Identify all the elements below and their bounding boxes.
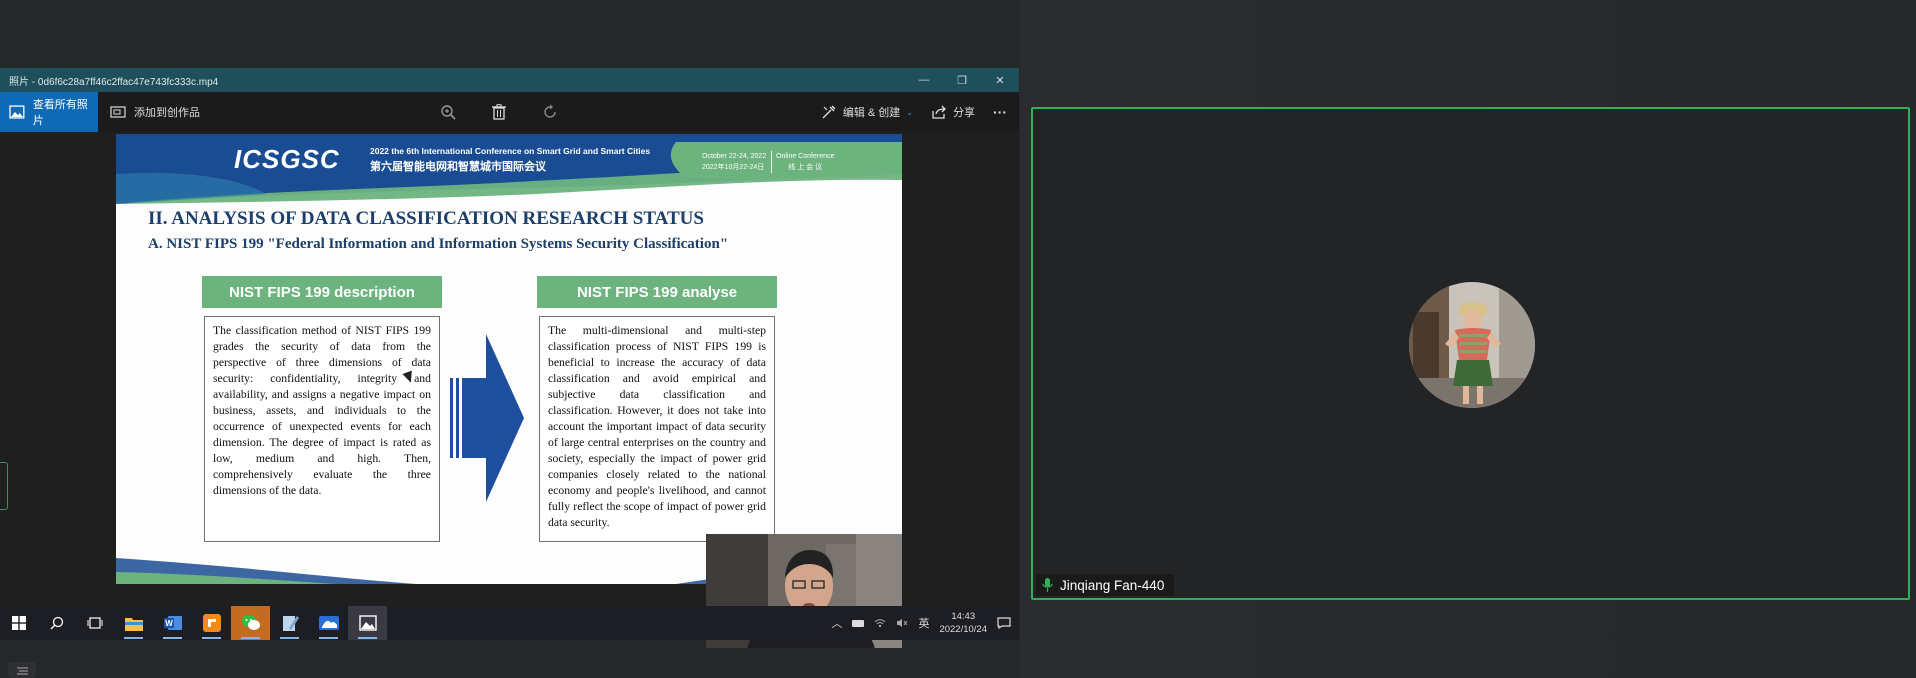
conference-logo: ICSGSC: [234, 144, 340, 174]
slide-heading: II. ANALYSIS OF DATA CLASSIFICATION RESE…: [148, 208, 704, 229]
notification-icon[interactable]: [997, 617, 1011, 629]
window-titlebar: 照片 - 0d6f6c28a7ff46c2ffac47e743fc333c.mp…: [0, 68, 1019, 92]
ime-indicator[interactable]: 英: [918, 615, 929, 631]
shared-screen: 照片 - 0d6f6c28a7ff46c2ffac47e743fc333c.mp…: [0, 0, 1020, 678]
foxit-icon: [202, 614, 221, 632]
share-button[interactable]: 分享: [931, 104, 975, 120]
avatar-image: [1409, 282, 1535, 408]
running-indicator: [163, 637, 182, 639]
chevron-down-icon: ⌄: [906, 107, 913, 117]
conference-title-cn: 第六届智能电网和智慧城市国际会议: [370, 161, 546, 173]
close-icon[interactable]: ✕: [981, 68, 1019, 92]
zoom-icon[interactable]: [440, 104, 456, 120]
photos-icon: [358, 615, 377, 631]
chevron-up-icon[interactable]: ︿: [831, 615, 842, 631]
edit-create-button[interactable]: 编辑 & 创建 ⌄: [821, 104, 913, 120]
conference-title-en: 2022 the 6th International Conference on…: [370, 146, 651, 156]
notepad-icon: [282, 616, 299, 631]
taskbar-wechat[interactable]: [231, 606, 270, 640]
clock-time: 14:43: [951, 611, 976, 622]
search-icon: [50, 616, 64, 630]
screen: 照片 - 0d6f6c28a7ff46c2ffac47e743fc333c.mp…: [0, 0, 1916, 678]
right-box-text: The multi-dimensional and multi-step cla…: [539, 316, 775, 542]
participant-name: Jinqiang Fan-440: [1060, 577, 1165, 593]
system-tray: ︿ 英 14:43 2022/10/24: [831, 606, 1019, 640]
photos-toolbar: 查看所有照片 添加到创作品 编辑 & 创建 ⌄ 分享 ···: [0, 92, 1019, 132]
view-all-photos-button[interactable]: 查看所有照片: [0, 92, 98, 132]
wifi-icon[interactable]: [874, 618, 886, 628]
microphone-icon[interactable]: [1042, 577, 1053, 593]
view-all-label: 查看所有照片: [32, 99, 88, 127]
slide-subheading: A. NIST FIPS 199 "Federal Information an…: [148, 236, 729, 252]
photos-window: 照片 - 0d6f6c28a7ff46c2ffac47e743fc333c.mp…: [0, 68, 1019, 648]
clock[interactable]: 14:43 2022/10/24: [939, 610, 987, 636]
film-icon: [110, 106, 126, 118]
running-indicator: [202, 637, 221, 639]
word-icon: W: [163, 616, 182, 630]
participant-name-tag: Jinqiang Fan-440: [1036, 574, 1175, 596]
photos-app-icon: [318, 616, 339, 630]
taskbar-photos[interactable]: [348, 606, 387, 640]
share-label: 分享: [953, 107, 975, 119]
running-indicator: [280, 637, 299, 639]
avatar: [1409, 282, 1535, 408]
conference-date: October 22-24, 2022 2022年10月22-24日: [702, 151, 766, 173]
search-button[interactable]: [38, 606, 76, 640]
more-options-icon[interactable]: ···: [993, 104, 1007, 120]
battery-icon[interactable]: [852, 619, 865, 627]
svg-text:W: W: [165, 619, 173, 628]
wechat-icon: [241, 615, 260, 630]
volume-icon[interactable]: [896, 618, 908, 628]
start-button[interactable]: [0, 606, 38, 640]
clock-date: 2022/10/24: [939, 624, 987, 635]
running-indicator: [124, 637, 143, 639]
conference-mode: Online Conference 线 上 会 议: [771, 151, 834, 173]
running-indicator: [319, 637, 338, 639]
minimize-icon[interactable]: —: [905, 68, 943, 92]
windows-icon: [12, 616, 26, 630]
add-to-creation-label: 添加到创作品: [134, 107, 200, 119]
file-explorer-icon: [124, 617, 143, 631]
photo-viewer: ICSGSC 2022 the 6th International Confer…: [0, 132, 1019, 648]
mode-en: Online Conference: [776, 153, 835, 160]
share-icon: [932, 105, 946, 119]
date-en: October 22-24, 2022: [702, 153, 767, 160]
running-indicator: [241, 637, 260, 639]
task-view-icon: [87, 617, 103, 629]
rotate-icon[interactable]: [542, 104, 558, 120]
date-cn: 2022年10月22-24日: [702, 164, 765, 171]
taskbar-file-explorer[interactable]: [114, 606, 153, 640]
taskbar-foxit[interactable]: [192, 606, 231, 640]
mode-cn: 线 上 会 议: [788, 164, 823, 171]
left-box-text: The classification method of NIST FIPS 1…: [204, 316, 440, 542]
window-title: 照片 - 0d6f6c28a7ff46c2ffac47e743fc333c.mp…: [9, 76, 219, 88]
right-box-title: NIST FIPS 199 analyse: [537, 276, 777, 308]
photo-icon: [9, 105, 25, 119]
participant-tile[interactable]: Jinqiang Fan-440: [1031, 107, 1910, 600]
edit-icon: [822, 105, 836, 119]
edit-create-label: 编辑 & 创建: [842, 107, 901, 119]
gallery-view: Jinqiang Fan-440: [1020, 0, 1916, 678]
delete-icon[interactable]: [492, 104, 506, 120]
windows-taskbar: W ︿ 英 14:43 2022/10/24: [0, 606, 1019, 640]
left-box-title: NIST FIPS 199 description: [202, 276, 442, 308]
taskbar-notepad[interactable]: [270, 606, 309, 640]
restore-icon[interactable]: ❐: [943, 68, 981, 92]
taskbar-photos-app[interactable]: [309, 606, 348, 640]
taskbar-word[interactable]: W: [153, 606, 192, 640]
presentation-slide: ICSGSC 2022 the 6th International Confer…: [116, 134, 902, 584]
arrow-icon: [450, 334, 524, 502]
panel-handle[interactable]: [0, 462, 8, 510]
add-to-creation-button[interactable]: 添加到创作品: [110, 104, 200, 120]
menu-icon[interactable]: [8, 662, 36, 678]
running-indicator: [358, 637, 377, 639]
task-view-button[interactable]: [76, 606, 114, 640]
